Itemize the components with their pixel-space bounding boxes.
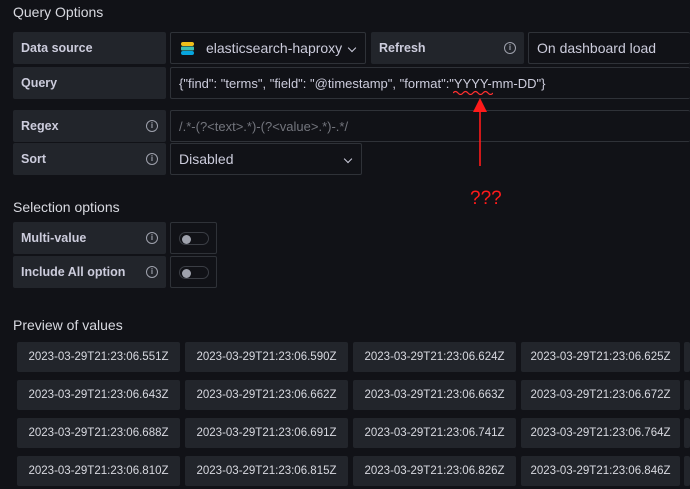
preview-value-chip: 2023-03-29T21:23:06.826Z [353,456,516,486]
toggle-knob [182,268,191,278]
preview-chip-partial [684,342,690,372]
query-input[interactable]: {"find": "terms", "field": "@timestamp",… [170,67,690,99]
chevron-down-icon [347,43,357,53]
elasticsearch-icon [181,41,194,55]
info-icon[interactable]: i [146,153,158,165]
sort-value: Disabled [179,151,234,167]
preview-value-chip: 2023-03-29T21:23:06.764Z [521,418,680,448]
preview-value-chip: 2023-03-29T21:23:06.662Z [185,380,348,410]
preview-chip-partial [684,456,690,486]
preview-value-chip: 2023-03-29T21:23:06.590Z [185,342,348,372]
regex-input[interactable]: /.*-(?<text>.*)-(?<value>.*)-.*/ [170,110,690,142]
preview-value-chip: 2023-03-29T21:23:06.815Z [185,456,348,486]
info-icon[interactable]: i [146,266,158,278]
sort-select[interactable]: Disabled [170,143,362,175]
preview-value-chip: 2023-03-29T21:23:06.551Z [17,342,180,372]
sort-label: Sort i [13,143,166,175]
data-source-select[interactable]: elasticsearch-haproxy [170,32,366,64]
query-value: {"find": "terms", "field": "@timestamp",… [179,75,546,91]
regex-label-text: Regex [21,119,59,133]
preview-value-chip: 2023-03-29T21:23:06.741Z [353,418,516,448]
multi-value-toggle[interactable] [179,232,209,245]
data-source-value: elasticsearch-haproxy [206,40,343,56]
preview-value-chip: 2023-03-29T21:23:06.688Z [17,418,180,448]
refresh-label-text: Refresh [379,41,426,55]
query-label: Query [13,67,166,99]
annotation-text: ??? [470,188,502,209]
selection-options-title: Selection options [13,199,120,215]
refresh-value: On dashboard load [537,40,657,56]
preview-value-chip: 2023-03-29T21:23:06.810Z [17,456,180,486]
sort-label-text: Sort [21,152,46,166]
preview-value-chip: 2023-03-29T21:23:06.672Z [521,380,680,410]
query-label-text: Query [21,76,58,90]
toggle-knob [182,234,191,244]
preview-title: Preview of values [13,317,123,333]
include-all-toggle-box [170,256,217,288]
preview-value-chip: 2023-03-29T21:23:06.625Z [521,342,680,372]
include-all-label-text: Include All option [21,265,126,279]
query-options-title: Query Options [13,4,104,20]
refresh-label: Refresh i [371,32,524,64]
info-icon[interactable]: i [504,42,516,54]
include-all-label: Include All option i [13,256,166,288]
preview-value-chip: 2023-03-29T21:23:06.624Z [353,342,516,372]
multi-value-toggle-box [170,222,217,254]
chevron-down-icon [343,154,353,164]
preview-chip-partial [684,418,690,448]
regex-label: Regex i [13,110,166,142]
spellcheck-underline [453,90,493,95]
annotation-arrow-icon [473,98,487,166]
preview-value-chip: 2023-03-29T21:23:06.643Z [17,380,180,410]
info-icon[interactable]: i [146,232,158,244]
data-source-label-text: Data source [21,41,93,55]
refresh-select[interactable]: On dashboard load [528,32,690,64]
preview-value-chip: 2023-03-29T21:23:06.663Z [353,380,516,410]
preview-value-chip: 2023-03-29T21:23:06.846Z [521,456,680,486]
data-source-label: Data source [13,32,166,64]
regex-placeholder: /.*-(?<text>.*)-(?<value>.*)-.*/ [179,118,349,134]
preview-chip-partial [684,380,690,410]
preview-value-chip: 2023-03-29T21:23:06.691Z [185,418,348,448]
multi-value-label-text: Multi-value [21,231,87,245]
multi-value-label: Multi-value i [13,222,166,254]
include-all-toggle[interactable] [179,266,209,279]
info-icon[interactable]: i [146,120,158,132]
